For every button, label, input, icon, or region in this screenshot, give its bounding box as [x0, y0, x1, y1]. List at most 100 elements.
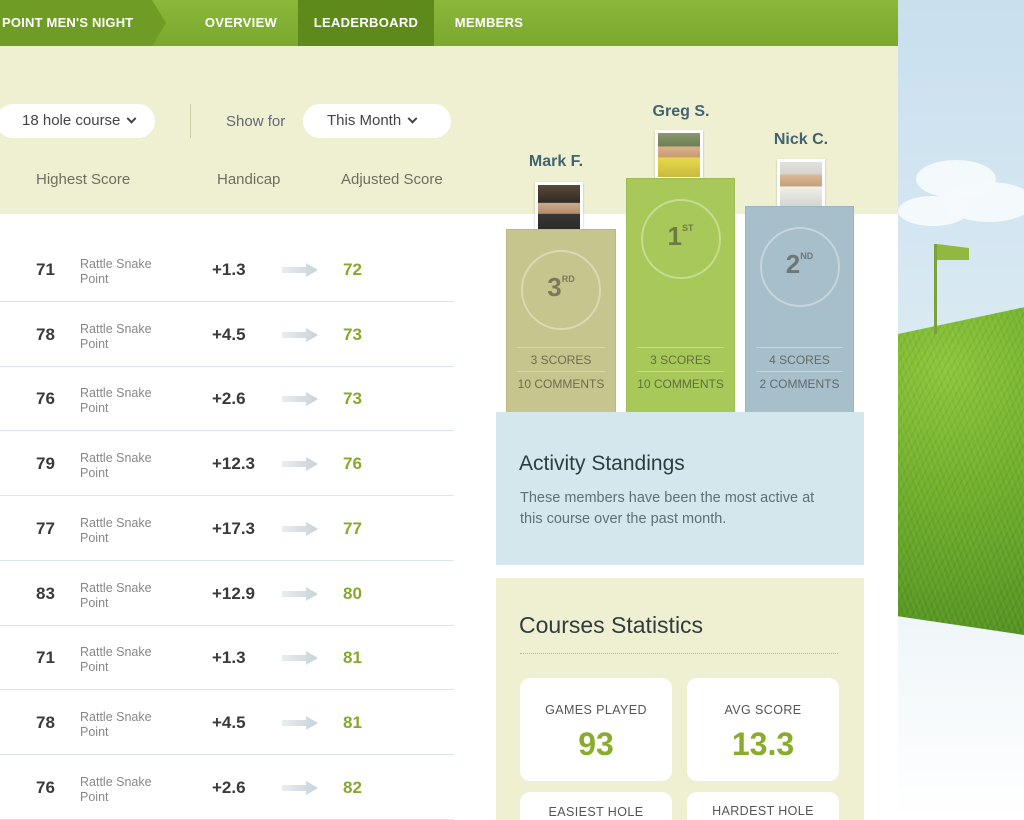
course-name: Rattle Snake Point: [80, 580, 152, 610]
handicap: +12.3: [212, 454, 256, 474]
scores-count: 4 SCORES: [756, 347, 843, 371]
divider: [520, 653, 838, 654]
event-title[interactable]: POINT MEN'S NIGHT: [0, 0, 166, 46]
course-select-label: 18 hole course: [22, 112, 121, 129]
highest-score: 76: [36, 389, 55, 409]
tab-overview[interactable]: OVERVIEW: [188, 0, 294, 46]
table-row[interactable]: 78 Rattle Snake Point +4.5 73: [0, 303, 454, 367]
handicap: +1.3: [212, 648, 246, 668]
stat-card-easiest-hole: EASIEST HOLE: [520, 792, 672, 820]
rank-badge: 3RD: [547, 272, 575, 302]
avatar[interactable]: [655, 130, 703, 180]
arrow-right-icon: [282, 327, 318, 342]
adjusted-score: 76: [343, 454, 362, 474]
comments-count: 10 COMMENTS: [517, 371, 605, 395]
highest-score: 79: [36, 454, 55, 474]
course-name: Rattle Snake Point: [80, 386, 152, 416]
first-place-pedestal[interactable]: 1ST 3 SCORES 10 COMMENTS: [626, 178, 735, 413]
scores-count: 3 SCORES: [517, 347, 605, 371]
arrow-right-icon: [282, 521, 318, 536]
highest-score: 71: [36, 260, 55, 279]
third-place-name[interactable]: Mark F.: [501, 153, 611, 171]
course-name: Rattle Snake Point: [80, 257, 152, 286]
second-place-name[interactable]: Nick C.: [746, 131, 856, 149]
arrow-right-icon: [282, 263, 318, 277]
stat-label: HARDEST HOLE: [712, 804, 814, 818]
stat-label: GAMES PLAYED: [545, 703, 647, 717]
arrow-right-icon: [282, 586, 318, 601]
stat-card-avg-score: AVG SCORE 13.3: [687, 678, 839, 781]
handicap: +17.3: [212, 518, 256, 538]
tab-members[interactable]: MEMBERS: [440, 0, 538, 46]
filter-divider: [190, 104, 191, 138]
course-name: Rattle Snake Point: [80, 774, 152, 804]
course-name: Rattle Snake Point: [80, 451, 152, 481]
scores-count: 3 SCORES: [637, 347, 724, 371]
arrow-right-icon: [282, 780, 318, 795]
arrow-right-icon: [282, 457, 318, 472]
course-name: Rattle Snake Point: [80, 709, 152, 739]
table-row[interactable]: 71 Rattle Snake Point +1.3 81: [0, 626, 454, 691]
highest-score: 83: [36, 583, 55, 603]
table-row[interactable]: 71 Rattle Snake Point +1.3 72: [0, 238, 454, 302]
chevron-down-icon: [407, 113, 418, 124]
column-header-handicap[interactable]: Handicap: [217, 171, 280, 188]
adjusted-score: 72: [343, 260, 362, 279]
table-row[interactable]: 76 Rattle Snake Point +2.6 82: [0, 756, 454, 820]
handicap: +1.3: [212, 260, 246, 279]
show-for-label: Show for: [226, 113, 286, 130]
activity-description: These members have been the most active …: [520, 490, 815, 527]
arrow-right-icon: [282, 392, 318, 407]
adjusted-score: 81: [343, 712, 362, 732]
chevron-down-icon: [126, 113, 137, 124]
column-header-adjusted[interactable]: Adjusted Score: [341, 171, 451, 188]
tab-leaderboard[interactable]: LEADERBOARD: [298, 0, 434, 46]
handicap: +2.6: [212, 389, 246, 409]
avatar[interactable]: [777, 159, 825, 209]
table-row[interactable]: 77 Rattle Snake Point +17.3 77: [0, 497, 454, 561]
activity-title: Activity Standings: [519, 452, 685, 475]
handicap: +4.5: [212, 324, 246, 344]
top-nav: POINT MEN'S NIGHT OVERVIEW LEADERBOARD M…: [0, 0, 898, 46]
handicap: +4.5: [212, 712, 246, 732]
arrow-right-icon: [282, 715, 318, 730]
background-scenery: [898, 0, 1024, 820]
adjusted-score: 73: [343, 389, 362, 409]
third-place-pedestal[interactable]: 3RD 3 SCORES 10 COMMENTS: [506, 229, 616, 413]
course-name: Rattle Snake Point: [80, 515, 152, 545]
course-name: Rattle Snake Point: [80, 321, 152, 351]
highest-score: 78: [36, 712, 55, 732]
stat-value: 13.3: [731, 726, 795, 762]
highest-score: 78: [36, 324, 55, 344]
table-row[interactable]: 83 Rattle Snake Point +12.9 80: [0, 562, 454, 626]
avatar[interactable]: [535, 182, 583, 232]
stat-card-hardest-hole: HARDEST HOLE: [687, 792, 839, 820]
stat-label: EASIEST HOLE: [548, 805, 644, 819]
handicap: +2.6: [212, 777, 246, 797]
handicap: +12.9: [212, 583, 256, 603]
adjusted-score: 80: [343, 583, 362, 603]
comments-count: 2 COMMENTS: [756, 371, 843, 395]
adjusted-score: 77: [343, 518, 362, 538]
highest-score: 77: [36, 518, 55, 538]
first-place-name[interactable]: Greg S.: [626, 103, 736, 121]
table-row[interactable]: 76 Rattle Snake Point +2.6 73: [0, 367, 454, 432]
second-place-pedestal[interactable]: 2ND 4 SCORES 2 COMMENTS: [745, 206, 854, 413]
arrow-right-icon: [282, 651, 318, 666]
period-select-label: This Month: [327, 112, 402, 129]
adjusted-score: 73: [343, 324, 362, 344]
course-statistics-panel: Courses Statistics GAMES PLAYED 93 AVG S…: [496, 578, 864, 820]
golf-flag-icon: [934, 244, 969, 334]
adjusted-score: 82: [343, 777, 362, 797]
period-select[interactable]: This Month: [303, 104, 451, 138]
table-row[interactable]: 79 Rattle Snake Point +12.3 76: [0, 432, 454, 497]
rank-badge: 2ND: [785, 249, 814, 279]
stat-label: AVG SCORE: [724, 703, 802, 717]
column-header-highest[interactable]: Highest Score: [36, 171, 130, 188]
highest-score: 76: [36, 777, 55, 797]
stats-title: Courses Statistics: [519, 612, 704, 638]
course-select[interactable]: 18 hole course: [0, 104, 155, 138]
table-row[interactable]: 78 Rattle Snake Point +4.5 81: [0, 691, 454, 755]
stat-value: 93: [578, 726, 614, 762]
activity-standings-panel: Activity Standings These members have be…: [496, 412, 864, 565]
